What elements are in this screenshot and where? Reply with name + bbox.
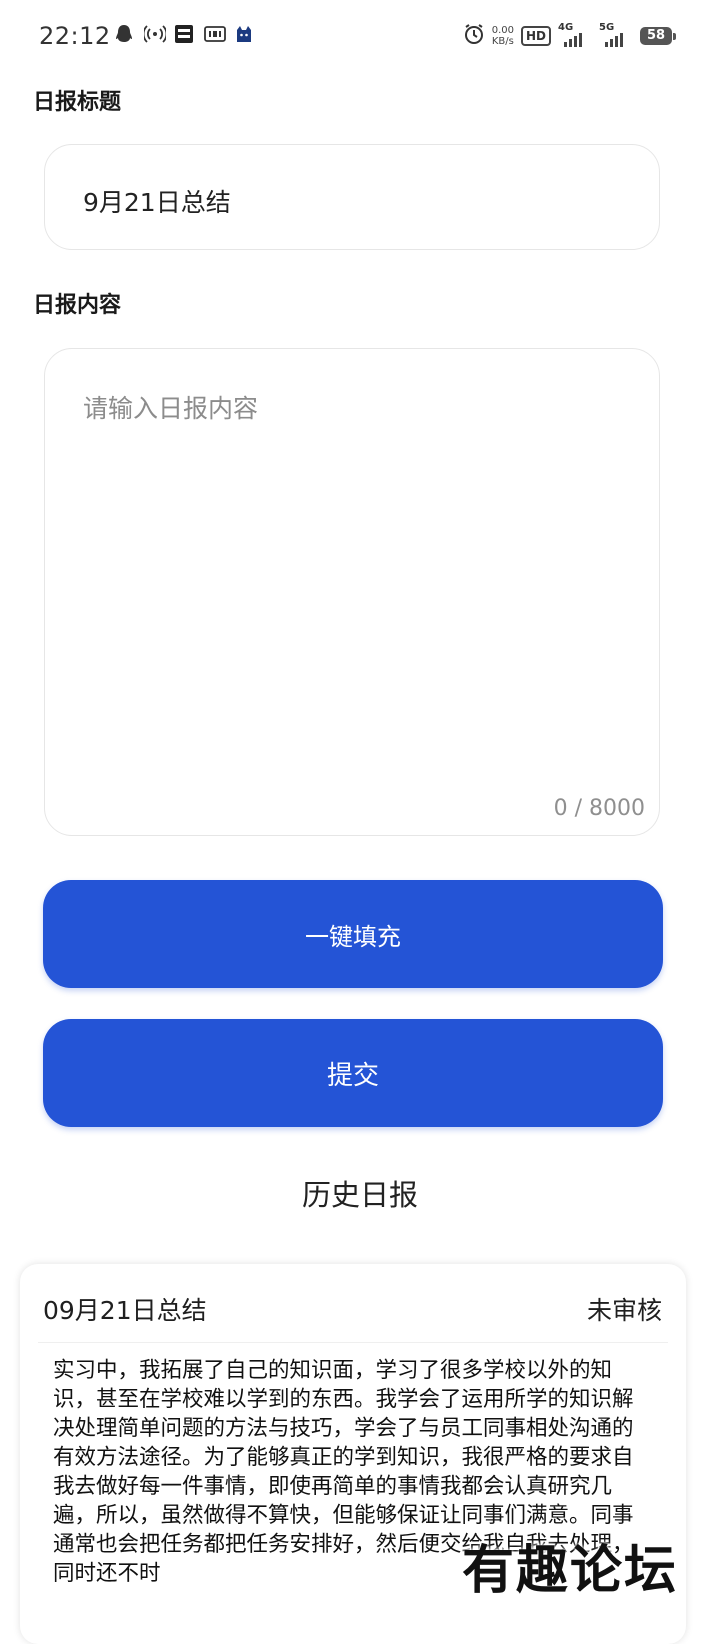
report-date: 09月21日总结 (43, 1296, 207, 1325)
speed-unit: KB/s (491, 36, 514, 47)
content-textarea[interactable]: 请输入日报内容 0 / 8000 (44, 348, 660, 836)
battery-icon: 58 (640, 27, 676, 45)
iqiyi-icon (204, 24, 226, 44)
content-placeholder: 请输入日报内容 (83, 394, 259, 423)
signal-5g-icon: 5G (599, 23, 633, 49)
status-right: 0.00 KB/s HD 4G 5G 58 (463, 23, 676, 49)
net2-label: 5G (599, 22, 615, 33)
content-label: 日报内容 (33, 293, 122, 318)
notification-icons (114, 24, 254, 44)
net1-label: 4G (558, 22, 574, 33)
report-divider (38, 1342, 668, 1343)
speed-value: 0.00 (491, 25, 514, 36)
signal-4g-icon: 4G (558, 23, 592, 49)
status-bar: 22:12 0.00 KB/s HD 4G 5G 58 (0, 0, 720, 76)
hd-badge: HD (520, 26, 551, 46)
network-speed: 0.00 KB/s (492, 25, 514, 47)
report-header: 09月21日总结 未审核 (20, 1264, 686, 1344)
battery-level: 58 (646, 28, 666, 43)
alarm-icon (463, 23, 485, 49)
cat-icon (234, 24, 254, 44)
title-input-value: 9月21日总结 (83, 188, 231, 217)
qq-icon (114, 24, 134, 44)
hotspot-icon (142, 24, 168, 44)
submit-button[interactable]: 提交 (43, 1019, 663, 1127)
char-counter: 0 / 8000 (553, 796, 645, 821)
report-status: 未审核 (586, 1296, 662, 1325)
history-title: 历史日报 (301, 1178, 418, 1212)
auto-fill-button[interactable]: 一键填充 (43, 880, 663, 988)
title-input[interactable]: 9月21日总结 (44, 144, 660, 250)
app-icon (174, 24, 194, 44)
forum-watermark: 有趣论坛 (462, 1540, 679, 1601)
status-time: 22:12 (39, 22, 111, 50)
title-label: 日报标题 (33, 90, 122, 115)
